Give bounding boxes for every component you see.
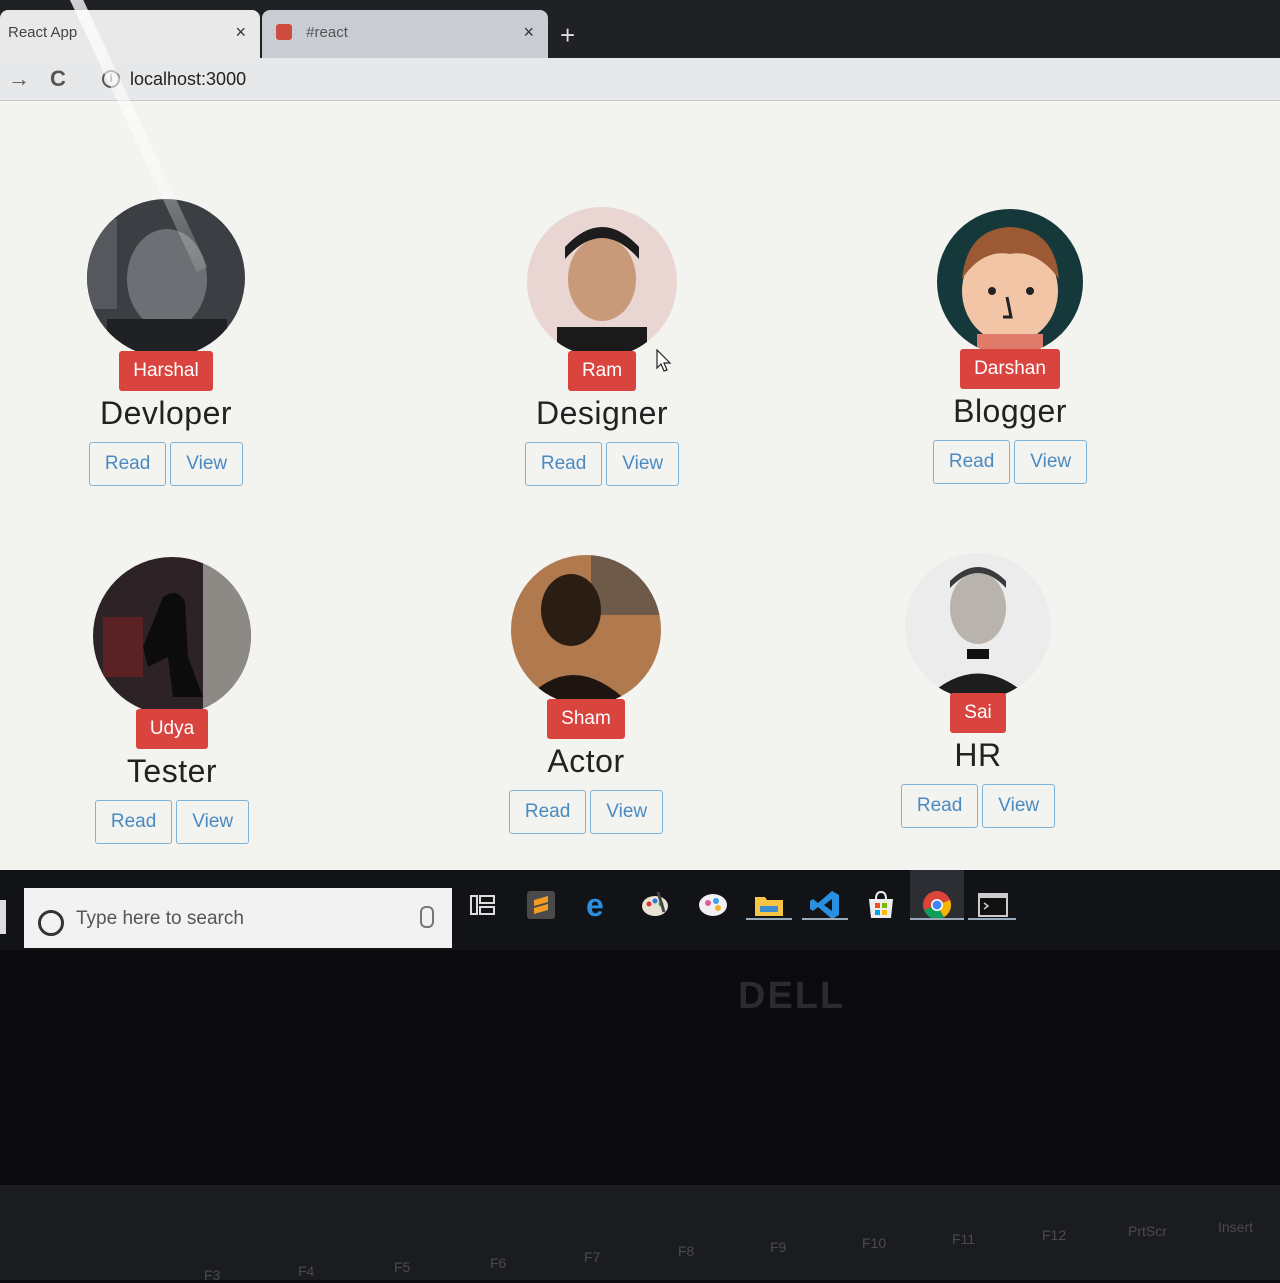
running-indicator (910, 918, 964, 920)
view-button[interactable]: View (982, 784, 1056, 828)
running-indicator (746, 918, 792, 920)
reload-icon[interactable]: C (50, 66, 66, 92)
page-content: Harshal Devloper Read View Ram Designer R… (0, 101, 1280, 881)
key-f10: F10 (862, 1235, 887, 1251)
avatar (905, 553, 1051, 699)
name-badge: Sai (950, 693, 1006, 733)
chrome-icon[interactable] (920, 888, 954, 922)
url-field[interactable]: localhost:3000 (130, 69, 246, 90)
key-f9: F9 (770, 1239, 787, 1255)
key-f3: F3 (204, 1267, 221, 1283)
tab-label: React App (8, 24, 78, 41)
key-f6: F6 (490, 1255, 507, 1271)
task-view-icon[interactable] (466, 888, 500, 922)
role-title: Devloper (99, 395, 233, 431)
avatar (527, 207, 677, 357)
view-button[interactable]: View (170, 442, 244, 486)
profile-card: Ram Designer Read View (502, 207, 702, 486)
profile-card: Udya Tester Read View (72, 557, 272, 844)
avatar (87, 199, 245, 357)
new-tab-button[interactable]: + (560, 22, 575, 48)
profile-card: Darshan Blogger Read View (910, 209, 1110, 484)
view-button[interactable]: View (176, 800, 250, 844)
laptop-brand-logo: DELL (738, 975, 846, 1017)
close-tab-icon[interactable]: × (523, 22, 534, 43)
key-f12: F12 (1042, 1227, 1067, 1243)
profile-card: Sham Actor Read View (486, 555, 686, 834)
microphone-icon[interactable] (420, 906, 434, 928)
cortana-icon (38, 910, 64, 936)
svg-text:e: e (586, 888, 604, 922)
tab-react-hashtag[interactable]: #react × (262, 10, 548, 58)
name-badge: Sham (547, 699, 625, 739)
search-input[interactable]: Type here to search (76, 908, 244, 930)
view-button[interactable]: View (590, 790, 664, 834)
name-badge: Udya (135, 709, 209, 749)
role-title: Tester (126, 753, 218, 789)
terminal-icon[interactable] (976, 888, 1010, 922)
view-button[interactable]: View (606, 442, 680, 486)
read-button[interactable]: Read (94, 800, 173, 844)
key-prtscr: PrtScr (1128, 1223, 1167, 1239)
key-f5: F5 (394, 1259, 411, 1275)
read-button[interactable]: Read (900, 784, 979, 828)
running-indicator (802, 918, 848, 920)
windows-taskbar: Type here to search e (0, 870, 1280, 950)
taskbar-search[interactable]: Type here to search (24, 888, 452, 948)
forward-arrow-icon[interactable]: → (8, 66, 30, 92)
view-button[interactable]: View (1014, 440, 1088, 484)
avatar (511, 555, 661, 705)
role-title: Blogger (953, 393, 1067, 429)
key-insert: Insert (1218, 1219, 1254, 1235)
tab-favicon-icon (276, 24, 292, 40)
profile-card: Sai HR Read View (878, 553, 1078, 828)
read-button[interactable]: Read (88, 442, 167, 486)
sublime-text-icon[interactable] (524, 888, 558, 922)
profile-card: Harshal Devloper Read View (66, 199, 266, 486)
read-button[interactable]: Read (508, 790, 587, 834)
laptop-screen: React App × #react × + → C i localhost:3… (0, 0, 1280, 950)
store-icon[interactable] (864, 888, 898, 922)
paint-icon[interactable] (638, 888, 672, 922)
tab-react-app[interactable]: React App × (0, 10, 260, 58)
read-button[interactable]: Read (932, 440, 1011, 484)
name-badge: Darshan (960, 349, 1060, 389)
tab-label: #react (306, 24, 348, 41)
avatar (937, 209, 1083, 355)
read-button[interactable]: Read (524, 442, 603, 486)
file-explorer-icon[interactable] (752, 888, 786, 922)
role-title: Actor (547, 743, 625, 779)
role-title: Designer (535, 395, 669, 431)
laptop-keyboard: F3 F4 F5 F6 F7 F8 F9 F10 F11 F12 PrtScr … (0, 1185, 1280, 1283)
key-f8: F8 (678, 1243, 695, 1259)
mouse-cursor-icon (656, 349, 672, 372)
key-f4: F4 (298, 1263, 315, 1279)
close-tab-icon[interactable]: × (235, 22, 246, 43)
role-title: HR (954, 737, 1002, 773)
paint3d-icon[interactable] (696, 888, 730, 922)
vscode-icon[interactable] (808, 888, 842, 922)
edge-icon[interactable]: e (582, 888, 616, 922)
start-button[interactable] (0, 900, 6, 934)
name-badge: Ram (567, 351, 637, 391)
key-f11: F11 (952, 1231, 976, 1247)
running-indicator (968, 918, 1016, 920)
avatar (93, 557, 251, 715)
browser-tabstrip: React App × #react × + (0, 0, 1280, 58)
address-bar: → C i localhost:3000 (0, 58, 1280, 101)
key-f7: F7 (584, 1249, 601, 1265)
name-badge: Harshal (119, 351, 213, 391)
